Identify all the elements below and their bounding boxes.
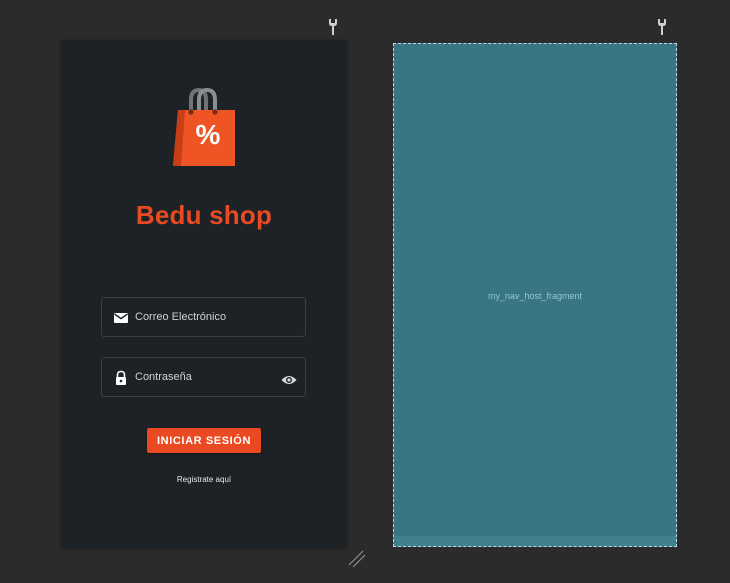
- shopping-bag-logo: %: [171, 87, 237, 168]
- login-button[interactable]: INICIAR SESIÓN: [147, 428, 261, 453]
- lock-icon: [113, 370, 129, 386]
- layout-editor-canvas: % Bedu shop Correo Electrónico INICIAR S…: [0, 0, 730, 583]
- wrench-icon[interactable]: [328, 19, 338, 35]
- eye-icon[interactable]: [281, 371, 297, 384]
- envelope-icon: [113, 310, 129, 326]
- wrench-icon[interactable]: [657, 19, 667, 35]
- nav-host-fragment-blueprint[interactable]: my_nav_host_fragment: [393, 43, 677, 547]
- login-screen-preview: % Bedu shop Correo Electrónico INICIAR S…: [61, 40, 347, 547]
- resize-handle-icon[interactable]: [347, 549, 367, 569]
- register-link[interactable]: Registrate aquí: [61, 475, 347, 484]
- password-field[interactable]: [101, 357, 306, 397]
- logo-badge: %: [196, 119, 221, 150]
- password-input[interactable]: [135, 358, 275, 396]
- fragment-id-label: my_nav_host_fragment: [487, 291, 583, 301]
- email-input[interactable]: [135, 298, 275, 336]
- email-field[interactable]: [101, 297, 306, 337]
- blueprint-bottom-strip: [394, 536, 676, 546]
- app-title: Bedu shop: [135, 200, 273, 230]
